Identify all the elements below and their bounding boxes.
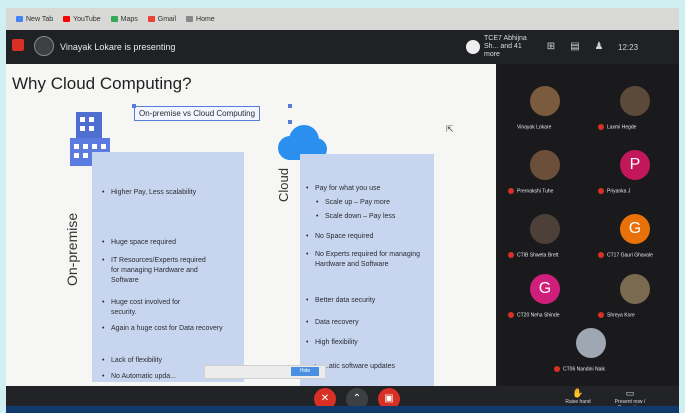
slide-subtitle-box[interactable]: On-premise vs Cloud Computing bbox=[134, 106, 261, 121]
mic-muted-icon bbox=[554, 366, 560, 372]
slide-title: Why Cloud Computing? bbox=[12, 74, 192, 93]
on-premise-label: On-premise bbox=[64, 212, 80, 286]
participant-avatar: P bbox=[620, 150, 650, 180]
participant-avatar bbox=[620, 274, 650, 304]
participants-avatar-icon bbox=[466, 40, 480, 54]
selection-handle[interactable] bbox=[288, 104, 292, 108]
home-icon bbox=[186, 16, 194, 22]
mouse-cursor-icon: ⇱ bbox=[446, 124, 454, 134]
bullet-item: Huge space required bbox=[102, 238, 241, 248]
presenting-to-pill[interactable]: TCE7 Abhijna Sh... and 41 more bbox=[466, 35, 532, 59]
people-icon[interactable]: ♟ bbox=[594, 42, 604, 52]
participant-name: Priyanka J bbox=[607, 188, 631, 195]
mic-muted-icon bbox=[508, 124, 514, 130]
cloud-label: Cloud bbox=[276, 168, 291, 202]
bullet-item: High flexibility bbox=[306, 338, 435, 348]
mic-muted-icon bbox=[508, 312, 514, 318]
participant-name: Vinayak Lokare bbox=[517, 124, 552, 131]
participant-tile[interactable]: Prernakshi Tuhe bbox=[504, 144, 584, 202]
bullet-item: Again a huge cost for Data recovery bbox=[102, 324, 223, 334]
participant-name: CT06 Nandini Naik bbox=[563, 366, 605, 373]
bullet-item: Pay for what you use bbox=[306, 184, 435, 194]
raise-hand-button[interactable]: ✋ Raise hand bbox=[560, 388, 596, 405]
mic-muted-icon bbox=[508, 188, 514, 194]
bullet-item: Higher Pay, Less scalability bbox=[102, 188, 241, 198]
participant-tile[interactable]: G CT17 Gauri Ghavale bbox=[594, 208, 674, 266]
bullet-item: Huge cost involved for security. bbox=[102, 298, 207, 318]
participant-avatar bbox=[530, 86, 560, 116]
participant-name: Shreya Kore bbox=[607, 312, 635, 319]
presenting-to-label: TCE7 Abhijna Sh... and 41 more bbox=[484, 35, 527, 58]
maps-icon bbox=[110, 16, 118, 22]
participant-avatar bbox=[530, 214, 560, 244]
participant-avatar bbox=[530, 150, 560, 180]
youtube-icon bbox=[63, 16, 71, 22]
participant-name: CT20 Neha Shinde bbox=[517, 312, 560, 319]
present-icon: ▭ bbox=[625, 388, 635, 398]
mic-muted-icon bbox=[598, 252, 604, 258]
bullet-item: Scale up – Pay more bbox=[316, 198, 435, 208]
mic-muted-icon bbox=[508, 252, 514, 258]
clock: 12:23 bbox=[618, 42, 639, 52]
bullet-item: Data recovery bbox=[306, 318, 435, 328]
participant-avatar: G bbox=[620, 214, 650, 244]
status-chip[interactable]: Hide bbox=[291, 367, 319, 376]
participant-tile[interactable]: CTIB Shweta Brett bbox=[504, 208, 584, 266]
mic-muted-icon bbox=[598, 188, 604, 194]
bookmark-new-tab[interactable]: New Tab bbox=[16, 16, 53, 23]
presenter-avatar bbox=[34, 36, 54, 56]
bullet-item: No Space required bbox=[306, 232, 435, 242]
meet-header: Vinayak Lokare is presenting TCE7 Abhijn… bbox=[6, 30, 679, 64]
participant-name: CT17 Gauri Ghavale bbox=[607, 252, 653, 259]
presentation-slide: Why Cloud Computing? On-premise vs Cloud… bbox=[6, 64, 496, 386]
selection-handle[interactable] bbox=[132, 104, 136, 108]
participant-name: Prernakshi Tuhe bbox=[517, 188, 554, 195]
bookmark-home[interactable]: Home bbox=[186, 16, 215, 23]
participant-avatar: G bbox=[530, 274, 560, 304]
participant-tile[interactable]: P Priyanka J bbox=[594, 144, 674, 202]
participant-tile[interactable]: G CT20 Neha Shinde bbox=[504, 268, 584, 326]
mic-muted-icon bbox=[598, 312, 604, 318]
gmail-icon bbox=[147, 16, 155, 22]
bookmarks-bar: New Tab YouTube Maps Gmail Home bbox=[6, 8, 679, 30]
participant-name: Laxmi Hegde bbox=[607, 124, 637, 131]
layout-icon[interactable]: ⊞ bbox=[546, 42, 556, 52]
participant-tile[interactable]: Shreya Kore bbox=[594, 268, 674, 326]
participant-tile[interactable]: Vinayak Lokare bbox=[504, 80, 584, 138]
bookmark-maps[interactable]: Maps bbox=[110, 16, 138, 23]
os-taskbar bbox=[6, 406, 679, 413]
cloud-panel: Pay for what you use Scale up – Pay more… bbox=[300, 154, 434, 386]
participant-name: CTIB Shweta Brett bbox=[517, 252, 559, 259]
bullet-item: Scale down – Pay less bbox=[316, 212, 435, 222]
participant-avatar bbox=[576, 328, 606, 358]
bullet-item: IT Resources/Experts required for managi… bbox=[102, 256, 207, 286]
participant-avatar bbox=[620, 86, 650, 116]
participant-tile[interactable]: CT06 Nandini Naik bbox=[550, 322, 630, 380]
mic-muted-icon bbox=[598, 124, 604, 130]
bookmark-gmail[interactable]: Gmail bbox=[147, 16, 176, 23]
presenter-label: Vinayak Lokare is presenting bbox=[60, 42, 176, 52]
bullet-item: No Experts required for managing Hardwar… bbox=[306, 250, 427, 270]
header-controls: TCE7 Abhijna Sh... and 41 more ⊞ ▤ ♟ 12:… bbox=[466, 35, 639, 59]
participant-grid: Vinayak Lokare Laxmi Hegde Prernakshi Tu… bbox=[500, 64, 679, 386]
participant-tile[interactable]: Laxmi Hegde bbox=[594, 80, 674, 138]
on-premise-panel: Higher Pay, Less scalability Huge space … bbox=[92, 152, 244, 382]
hand-icon: ✋ bbox=[572, 388, 584, 398]
bullet-item: Better data security bbox=[306, 296, 435, 306]
bookmark-icon bbox=[16, 16, 23, 22]
slideshow-status-bar[interactable]: Hide bbox=[204, 365, 326, 379]
exit-icon[interactable] bbox=[12, 39, 24, 51]
bullet-item: ...atic software updates bbox=[314, 362, 435, 372]
bookmark-youtube[interactable]: YouTube bbox=[63, 16, 101, 23]
captions-icon[interactable]: ▤ bbox=[570, 42, 580, 52]
screen: New Tab YouTube Maps Gmail Home Vinayak … bbox=[6, 8, 679, 413]
